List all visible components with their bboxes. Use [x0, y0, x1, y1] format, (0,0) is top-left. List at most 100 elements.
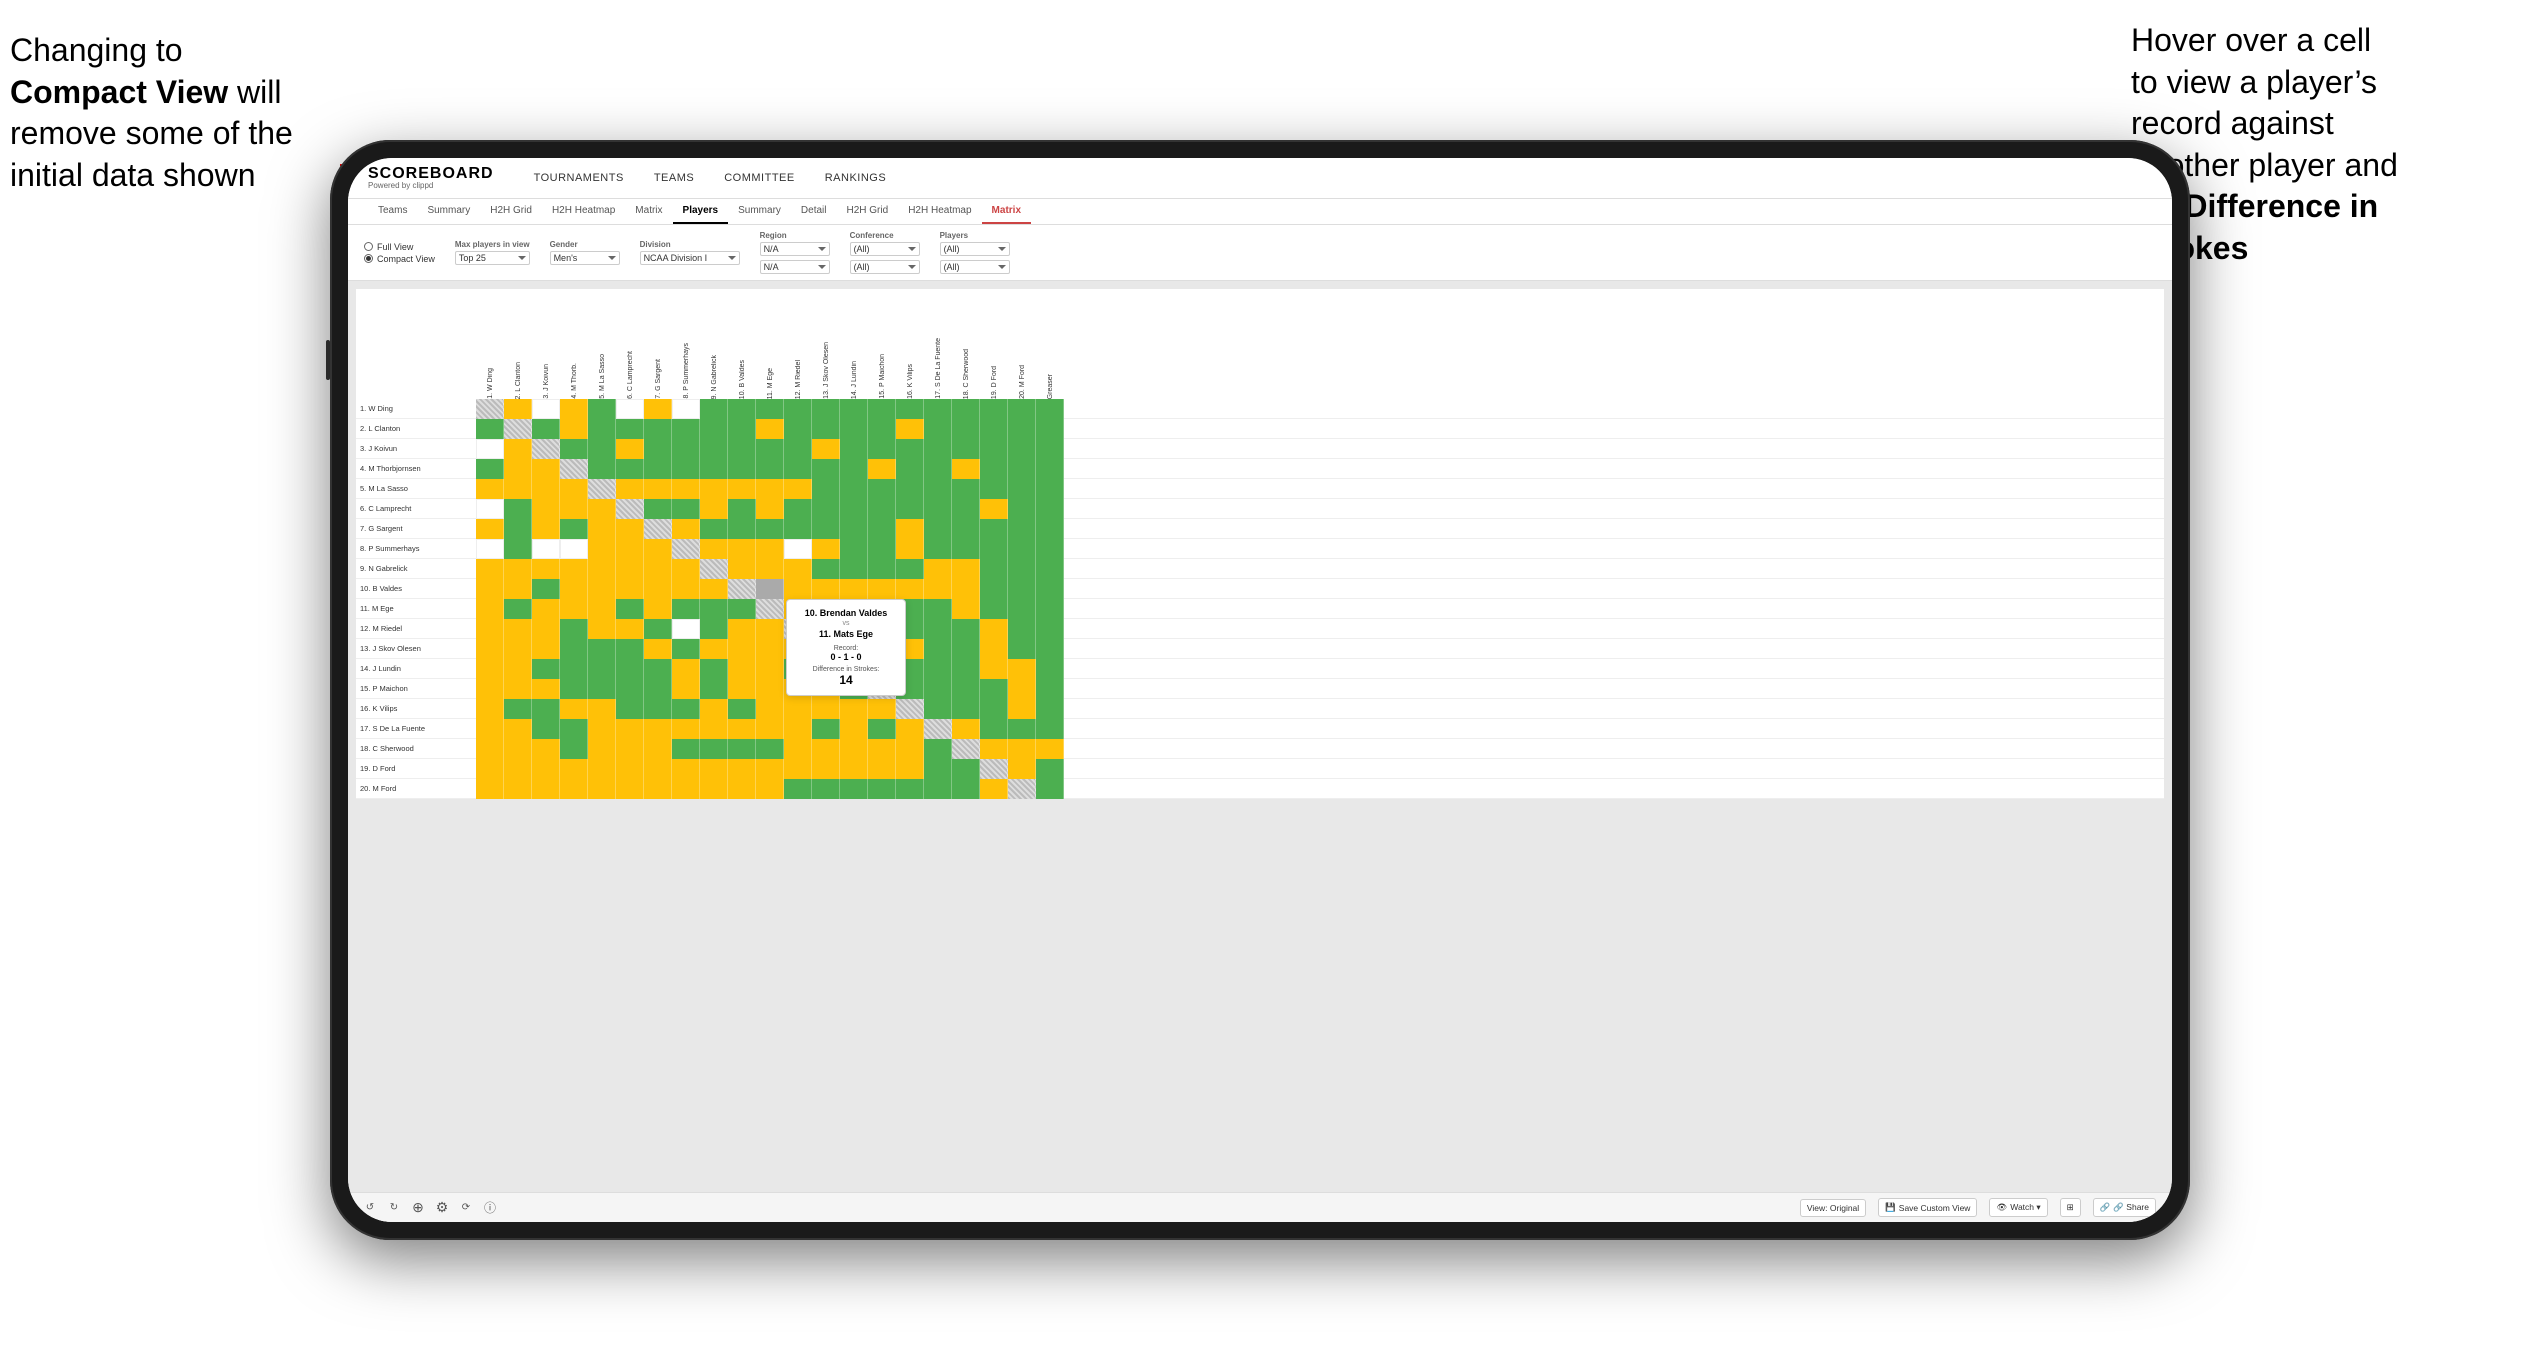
- matrix-cell[interactable]: [1036, 739, 1064, 759]
- matrix-cell[interactable]: [924, 399, 952, 419]
- matrix-cell[interactable]: [672, 499, 700, 519]
- matrix-cell[interactable]: [532, 699, 560, 719]
- matrix-cell[interactable]: [728, 559, 756, 579]
- matrix-cell[interactable]: [504, 439, 532, 459]
- matrix-cell[interactable]: [700, 719, 728, 739]
- matrix-cell[interactable]: [1008, 599, 1036, 619]
- matrix-cell[interactable]: [700, 659, 728, 679]
- matrix-cell[interactable]: [560, 679, 588, 699]
- matrix-cell[interactable]: [588, 499, 616, 519]
- matrix-cell[interactable]: [504, 699, 532, 719]
- matrix-cell[interactable]: [476, 499, 504, 519]
- matrix-cell[interactable]: [924, 699, 952, 719]
- matrix-cell[interactable]: [588, 619, 616, 639]
- matrix-cell[interactable]: [924, 639, 952, 659]
- max-players-select[interactable]: Top 25: [455, 251, 530, 265]
- matrix-cell[interactable]: [812, 539, 840, 559]
- matrix-cell[interactable]: [756, 779, 784, 799]
- matrix-cell[interactable]: [728, 519, 756, 539]
- matrix-cell[interactable]: [1008, 619, 1036, 639]
- matrix-cell[interactable]: [616, 659, 644, 679]
- matrix-cell[interactable]: [756, 599, 784, 619]
- matrix-cell[interactable]: [1036, 679, 1064, 699]
- matrix-cell[interactable]: [672, 739, 700, 759]
- matrix-cell[interactable]: [588, 539, 616, 559]
- matrix-cell[interactable]: [644, 679, 672, 699]
- matrix-cell[interactable]: [616, 559, 644, 579]
- matrix-cell[interactable]: [476, 779, 504, 799]
- layout-btn[interactable]: ⊞: [2060, 1198, 2081, 1217]
- matrix-cell[interactable]: [868, 439, 896, 459]
- matrix-cell[interactable]: [504, 399, 532, 419]
- matrix-cell[interactable]: [756, 619, 784, 639]
- matrix-cell[interactable]: [672, 699, 700, 719]
- matrix-cell[interactable]: [728, 439, 756, 459]
- matrix-cell[interactable]: [700, 599, 728, 619]
- matrix-cell[interactable]: [868, 759, 896, 779]
- matrix-cell[interactable]: [616, 779, 644, 799]
- matrix-cell[interactable]: [1036, 439, 1064, 459]
- matrix-cell[interactable]: [504, 639, 532, 659]
- matrix-cell[interactable]: [980, 499, 1008, 519]
- matrix-cell[interactable]: [952, 719, 980, 739]
- redo-icon[interactable]: ↻: [388, 1202, 400, 1214]
- matrix-cell[interactable]: [756, 399, 784, 419]
- matrix-cell[interactable]: [560, 579, 588, 599]
- matrix-cell[interactable]: [896, 519, 924, 539]
- matrix-cell[interactable]: [728, 739, 756, 759]
- matrix-cell[interactable]: [1008, 519, 1036, 539]
- matrix-cell[interactable]: [700, 459, 728, 479]
- matrix-cell[interactable]: [1008, 739, 1036, 759]
- matrix-cell[interactable]: [840, 719, 868, 739]
- matrix-cell[interactable]: [504, 539, 532, 559]
- matrix-cell[interactable]: [980, 599, 1008, 619]
- matrix-cell[interactable]: [532, 559, 560, 579]
- matrix-cell[interactable]: [1036, 639, 1064, 659]
- matrix-cell[interactable]: [1008, 459, 1036, 479]
- matrix-cell[interactable]: [728, 759, 756, 779]
- matrix-cell[interactable]: [476, 539, 504, 559]
- matrix-cell[interactable]: [616, 419, 644, 439]
- matrix-cell[interactable]: [952, 639, 980, 659]
- info-icon[interactable]: ⓘ: [484, 1202, 496, 1214]
- conference-select1[interactable]: (All): [850, 242, 920, 256]
- matrix-cell[interactable]: [1036, 579, 1064, 599]
- matrix-cell[interactable]: [560, 459, 588, 479]
- matrix-cell[interactable]: [504, 619, 532, 639]
- matrix-cell[interactable]: [868, 559, 896, 579]
- matrix-cell[interactable]: [756, 679, 784, 699]
- matrix-cell[interactable]: [616, 619, 644, 639]
- matrix-cell[interactable]: [840, 779, 868, 799]
- matrix-cell[interactable]: [504, 739, 532, 759]
- matrix-cell[interactable]: [560, 479, 588, 499]
- matrix-cell[interactable]: [812, 499, 840, 519]
- matrix-cell[interactable]: [476, 719, 504, 739]
- matrix-cell[interactable]: [476, 619, 504, 639]
- matrix-cell[interactable]: [644, 599, 672, 619]
- matrix-cell[interactable]: [952, 619, 980, 639]
- matrix-cell[interactable]: [896, 739, 924, 759]
- matrix-cell[interactable]: [896, 779, 924, 799]
- matrix-cell[interactable]: [812, 579, 840, 599]
- matrix-cell[interactable]: [784, 539, 812, 559]
- matrix-cell[interactable]: [504, 599, 532, 619]
- matrix-cell[interactable]: [532, 599, 560, 619]
- matrix-cell[interactable]: [476, 639, 504, 659]
- tab-teams[interactable]: Teams: [368, 199, 417, 224]
- matrix-cell[interactable]: [728, 659, 756, 679]
- conference-select2[interactable]: (All): [850, 260, 920, 274]
- matrix-cell[interactable]: [924, 759, 952, 779]
- matrix-cell[interactable]: [560, 699, 588, 719]
- matrix-cell[interactable]: [924, 519, 952, 539]
- matrix-cell[interactable]: [560, 499, 588, 519]
- matrix-cell[interactable]: [672, 599, 700, 619]
- matrix-cell[interactable]: [616, 759, 644, 779]
- matrix-cell[interactable]: [728, 699, 756, 719]
- matrix-cell[interactable]: [868, 419, 896, 439]
- matrix-cell[interactable]: [728, 459, 756, 479]
- matrix-cell[interactable]: [672, 779, 700, 799]
- matrix-cell[interactable]: [1036, 599, 1064, 619]
- matrix-cell[interactable]: [616, 699, 644, 719]
- matrix-cell[interactable]: [952, 679, 980, 699]
- matrix-cell[interactable]: [1008, 499, 1036, 519]
